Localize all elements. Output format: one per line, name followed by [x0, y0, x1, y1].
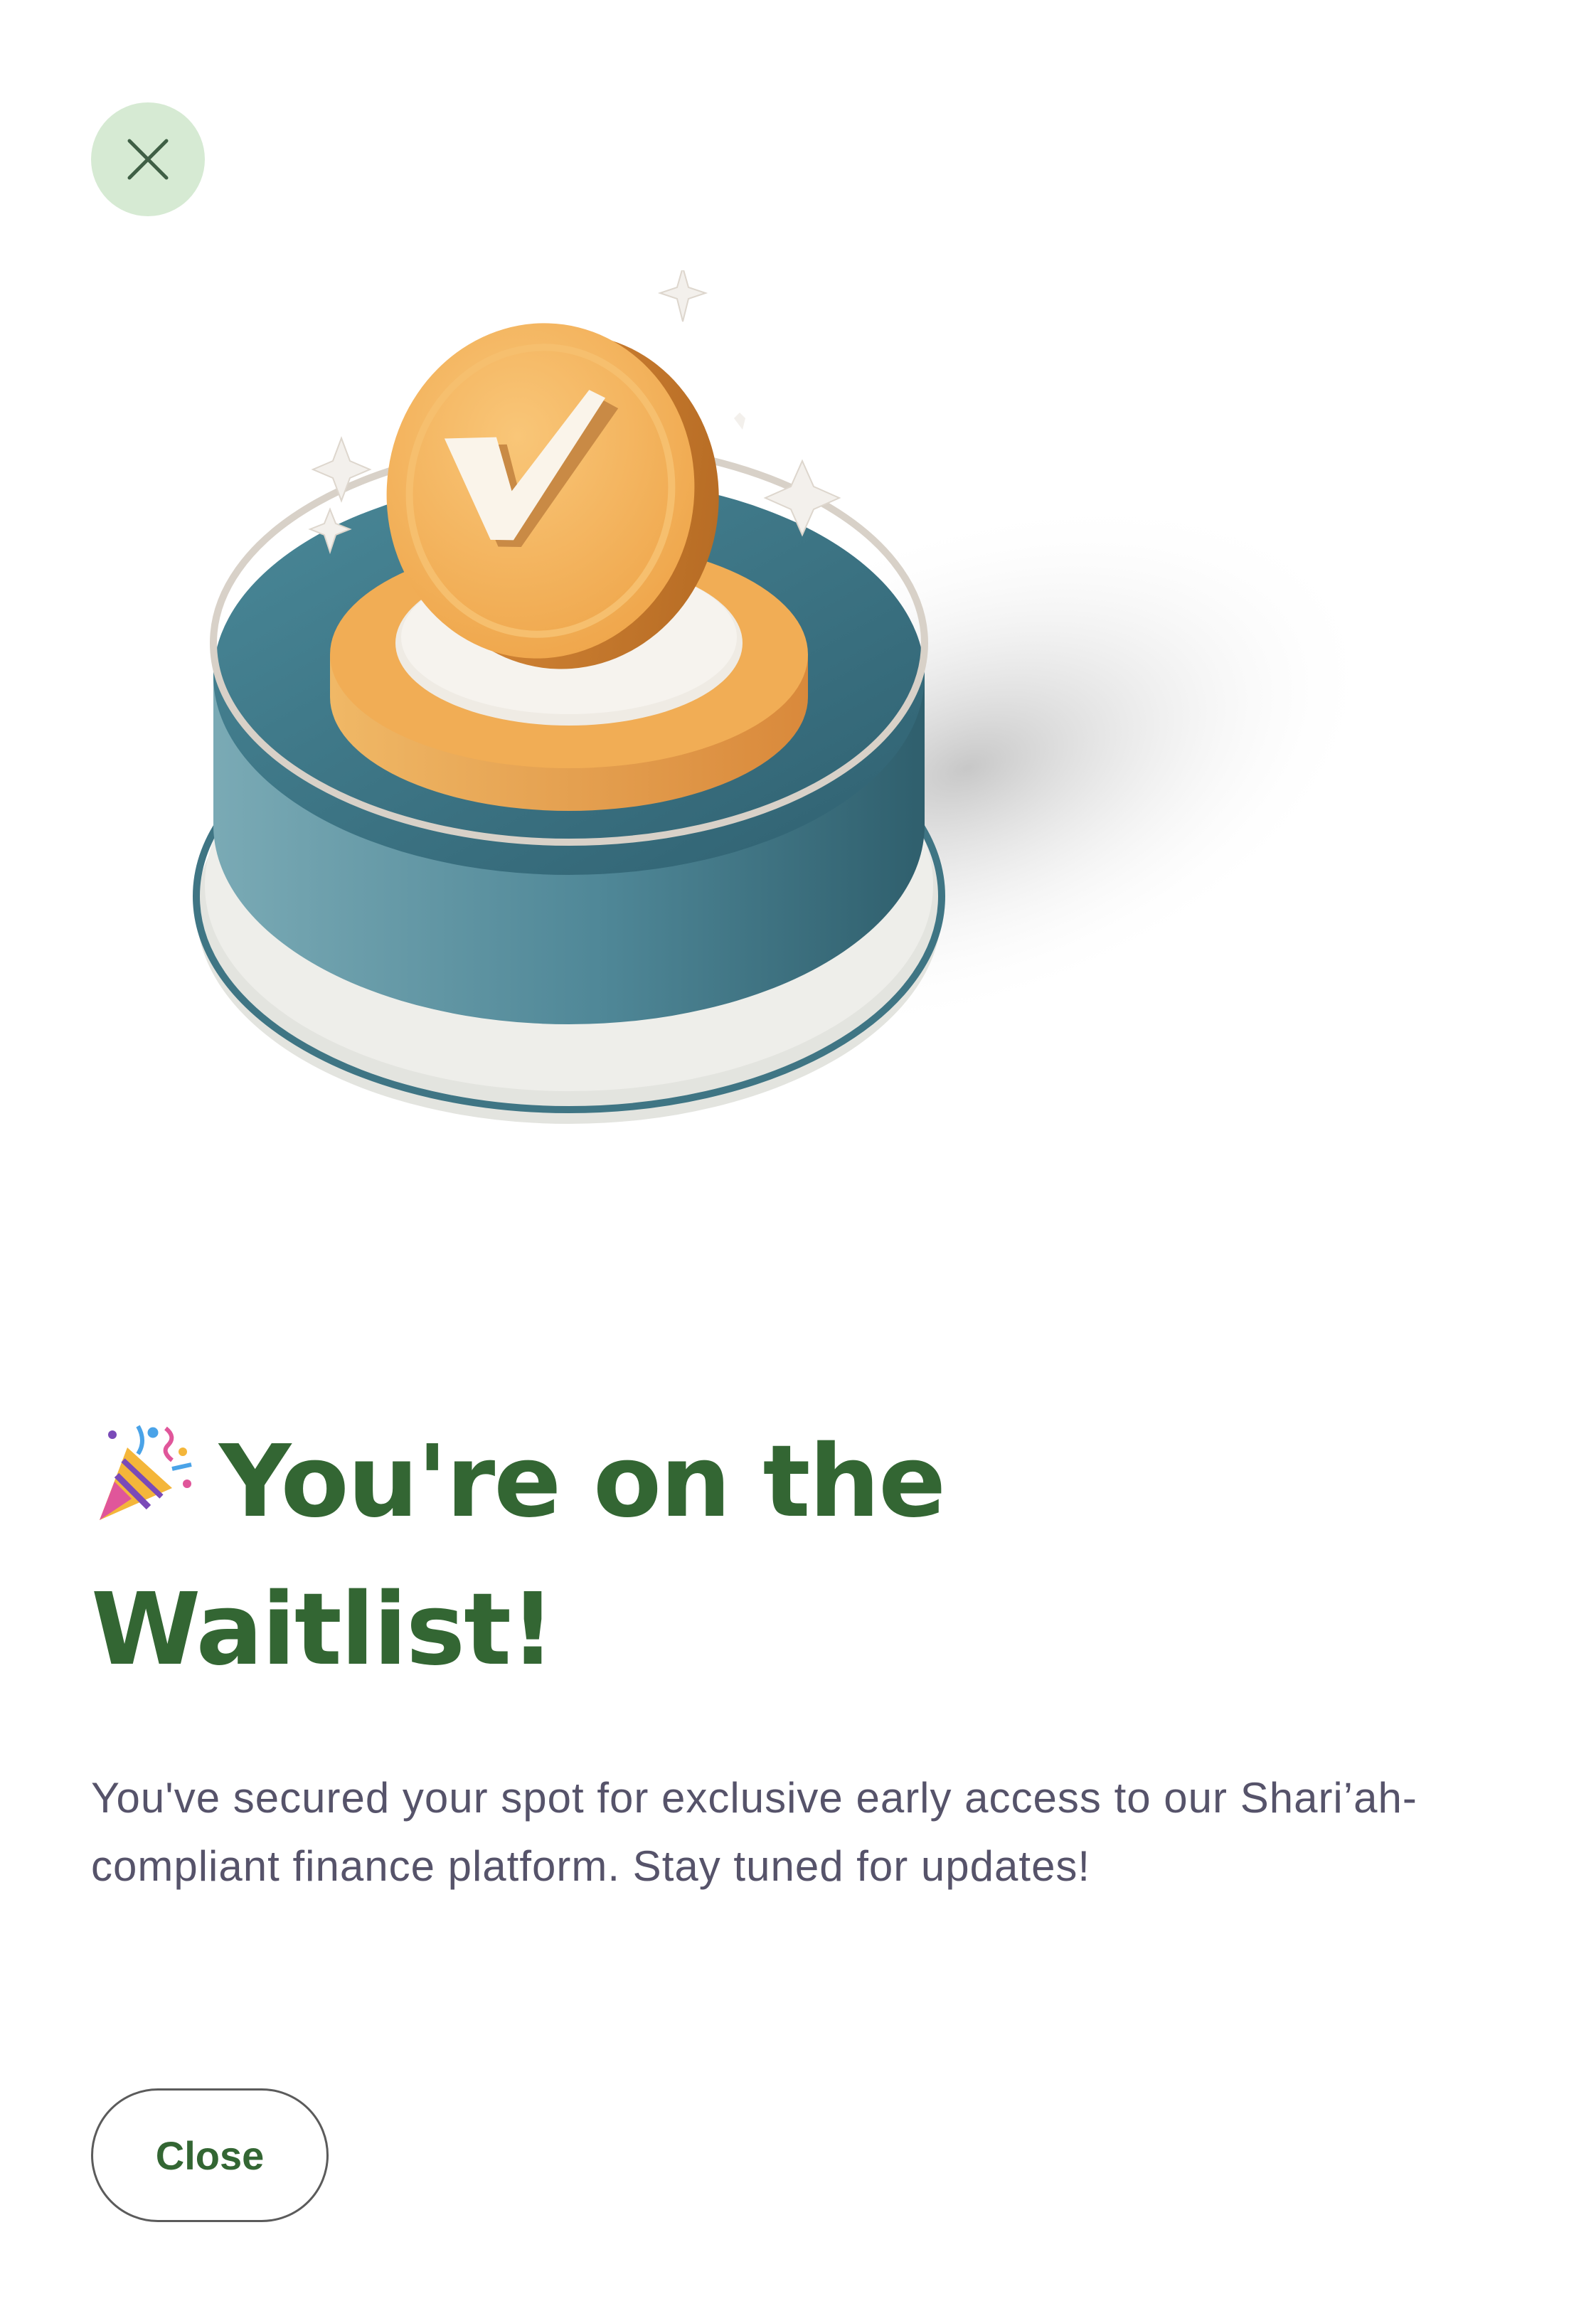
verified-check-coin-illustration	[193, 270, 1377, 1124]
page-title: You're on the Waitlist!	[91, 1408, 1442, 1704]
party-popper-icon	[100, 1425, 192, 1520]
headline-line-1: You're on the	[219, 1424, 946, 1540]
waitlist-description: You've secured your spot for exclusive e…	[91, 1774, 1417, 1890]
close-icon	[127, 139, 169, 180]
close-button[interactable]: Close	[91, 2088, 329, 2222]
dismiss-button[interactable]	[91, 102, 205, 216]
headline-line-2: Waitlist!	[91, 1572, 555, 1688]
